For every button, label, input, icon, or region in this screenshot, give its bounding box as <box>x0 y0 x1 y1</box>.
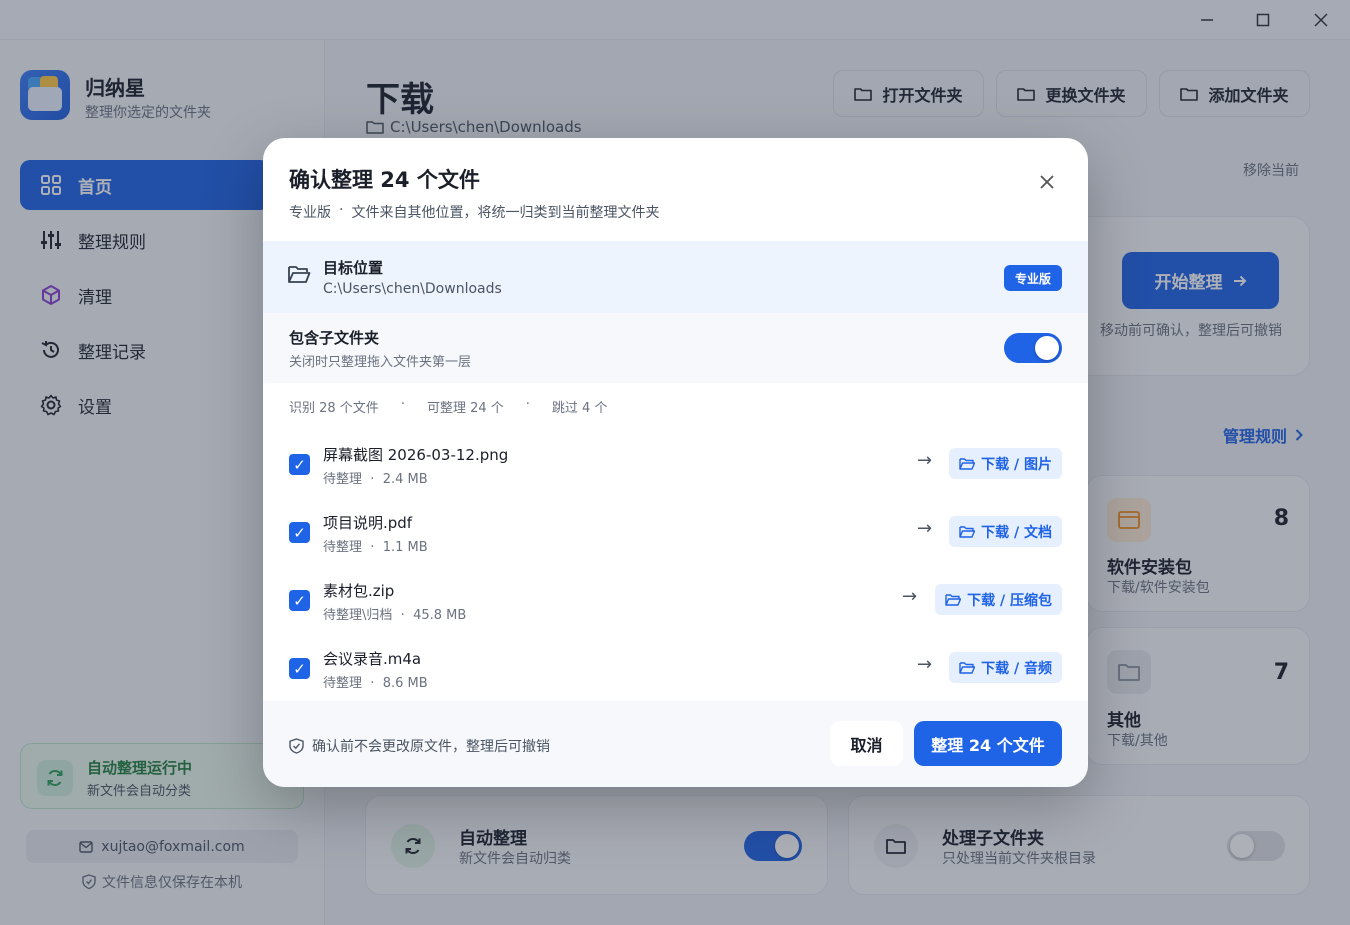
file-meta: 待整理 · 8.6 MB <box>323 672 428 691</box>
file-checkbox[interactable]: ✓ <box>289 522 310 543</box>
safety-note: 确认前不会更改原文件，整理后可撤销 <box>289 736 550 756</box>
file-status: 待整理\归档 <box>323 608 393 623</box>
file-status: 待整理 <box>323 540 363 555</box>
file-name: 素材包.zip <box>323 582 395 600</box>
folder-open-icon <box>945 594 962 606</box>
stat-skipped: 跳过 4 个 <box>551 401 608 416</box>
file-name: 项目说明.pdf <box>323 514 413 532</box>
dialog-footer: 确认前不会更改原文件，整理后可撤销 取消 整理 24 个文件 <box>263 701 1088 787</box>
target-location-row: 目标位置 C:\Users\chen\Downloads 专业版 <box>263 241 1088 313</box>
target-location-path: C:\Users\chen\Downloads <box>323 281 502 297</box>
arrow-right-icon: → <box>902 586 918 607</box>
cancel-button[interactable]: 取消 <box>830 721 903 766</box>
stat-identified: 识别 28 个文件 <box>289 401 379 416</box>
destination-chip[interactable]: 下载 / 文档 <box>949 516 1062 547</box>
file-meta: 待整理 · 2.4 MB <box>323 468 428 487</box>
stat-sortable: 可整理 24 个 <box>426 401 504 416</box>
confirm-sort-button[interactable]: 整理 24 个文件 <box>914 721 1062 766</box>
file-checkbox[interactable]: ✓ <box>289 454 310 475</box>
safety-note-text: 确认前不会更改原文件，整理后可撤销 <box>312 739 550 755</box>
destination-chip[interactable]: 下载 / 图片 <box>949 448 1062 479</box>
destination-label: 下载 / 音频 <box>981 660 1052 677</box>
include-subfolders-desc: 关闭时只整理拖入文件夹第一层 <box>289 355 472 370</box>
dialog-edition: 专业版 <box>289 205 331 221</box>
dialog-subtitle-separator: · <box>339 202 344 218</box>
file-row: ✓ 屏幕截图 2026-03-12.png 待整理 · 2.4 MB → 下载 … <box>263 438 1088 506</box>
folder-open-icon <box>287 264 311 288</box>
file-meta-separator: · <box>370 676 375 691</box>
confirm-sort-dialog: 确认整理 24 个文件 专业版 · 文件来自其他位置，将统一归类到当前整理文件夹… <box>263 138 1088 787</box>
target-location-label: 目标位置 <box>323 259 384 277</box>
destination-label: 下载 / 图片 <box>981 456 1052 473</box>
stat-separator: · <box>400 397 405 412</box>
file-status: 待整理 <box>323 676 363 691</box>
include-subfolders-label: 包含子文件夹 <box>289 329 380 347</box>
arrow-right-icon: → <box>917 654 933 675</box>
arrow-right-icon: → <box>917 450 933 471</box>
pro-badge: 专业版 <box>1004 265 1062 291</box>
folder-open-icon <box>959 662 976 674</box>
file-stats: 识别 28 个文件 · 可整理 24 个 · 跳过 4 个 <box>289 397 607 416</box>
file-row: ✓ 会议录音.m4a 待整理 · 8.6 MB → 下载 / 音频 <box>263 642 1088 710</box>
file-meta-separator: · <box>370 472 375 487</box>
include-subfolders-toggle[interactable] <box>1004 333 1062 363</box>
file-size: 1.1 MB <box>382 540 428 555</box>
dialog-title: 确认整理 24 个文件 <box>289 168 480 192</box>
file-checkbox[interactable]: ✓ <box>289 590 310 611</box>
file-size: 45.8 MB <box>413 608 467 623</box>
dialog-close-button[interactable] <box>1031 166 1063 198</box>
arrow-right-icon: → <box>917 518 933 539</box>
dialog-subtitle-text: 文件来自其他位置，将统一归类到当前整理文件夹 <box>351 205 660 221</box>
file-size: 2.4 MB <box>382 472 428 487</box>
destination-chip[interactable]: 下载 / 音频 <box>949 652 1062 683</box>
file-row: ✓ 项目说明.pdf 待整理 · 1.1 MB → 下载 / 文档 <box>263 506 1088 574</box>
destination-label: 下载 / 文档 <box>981 524 1052 541</box>
destination-chip[interactable]: 下载 / 压缩包 <box>935 584 1062 615</box>
file-meta: 待整理 · 1.1 MB <box>323 536 428 555</box>
file-meta-separator: · <box>400 608 405 623</box>
shield-check-icon <box>289 738 304 754</box>
folder-open-icon <box>959 458 976 470</box>
file-status: 待整理 <box>323 472 363 487</box>
file-meta-separator: · <box>370 540 375 555</box>
file-name: 屏幕截图 2026-03-12.png <box>323 446 509 464</box>
dialog-subtitle: 专业版 · 文件来自其他位置，将统一归类到当前整理文件夹 <box>289 202 659 222</box>
file-size: 8.6 MB <box>382 676 428 691</box>
file-row: ✓ 素材包.zip 待整理\归档 · 45.8 MB → 下载 / 压缩包 <box>263 574 1088 642</box>
close-icon <box>1040 175 1054 189</box>
destination-label: 下载 / 压缩包 <box>967 592 1052 609</box>
stat-separator: · <box>525 397 530 412</box>
file-meta: 待整理\归档 · 45.8 MB <box>323 604 466 623</box>
file-checkbox[interactable]: ✓ <box>289 658 310 679</box>
folder-open-icon <box>959 526 976 538</box>
file-name: 会议录音.m4a <box>323 650 422 668</box>
include-subfolders-row: 包含子文件夹 关闭时只整理拖入文件夹第一层 <box>263 313 1088 383</box>
